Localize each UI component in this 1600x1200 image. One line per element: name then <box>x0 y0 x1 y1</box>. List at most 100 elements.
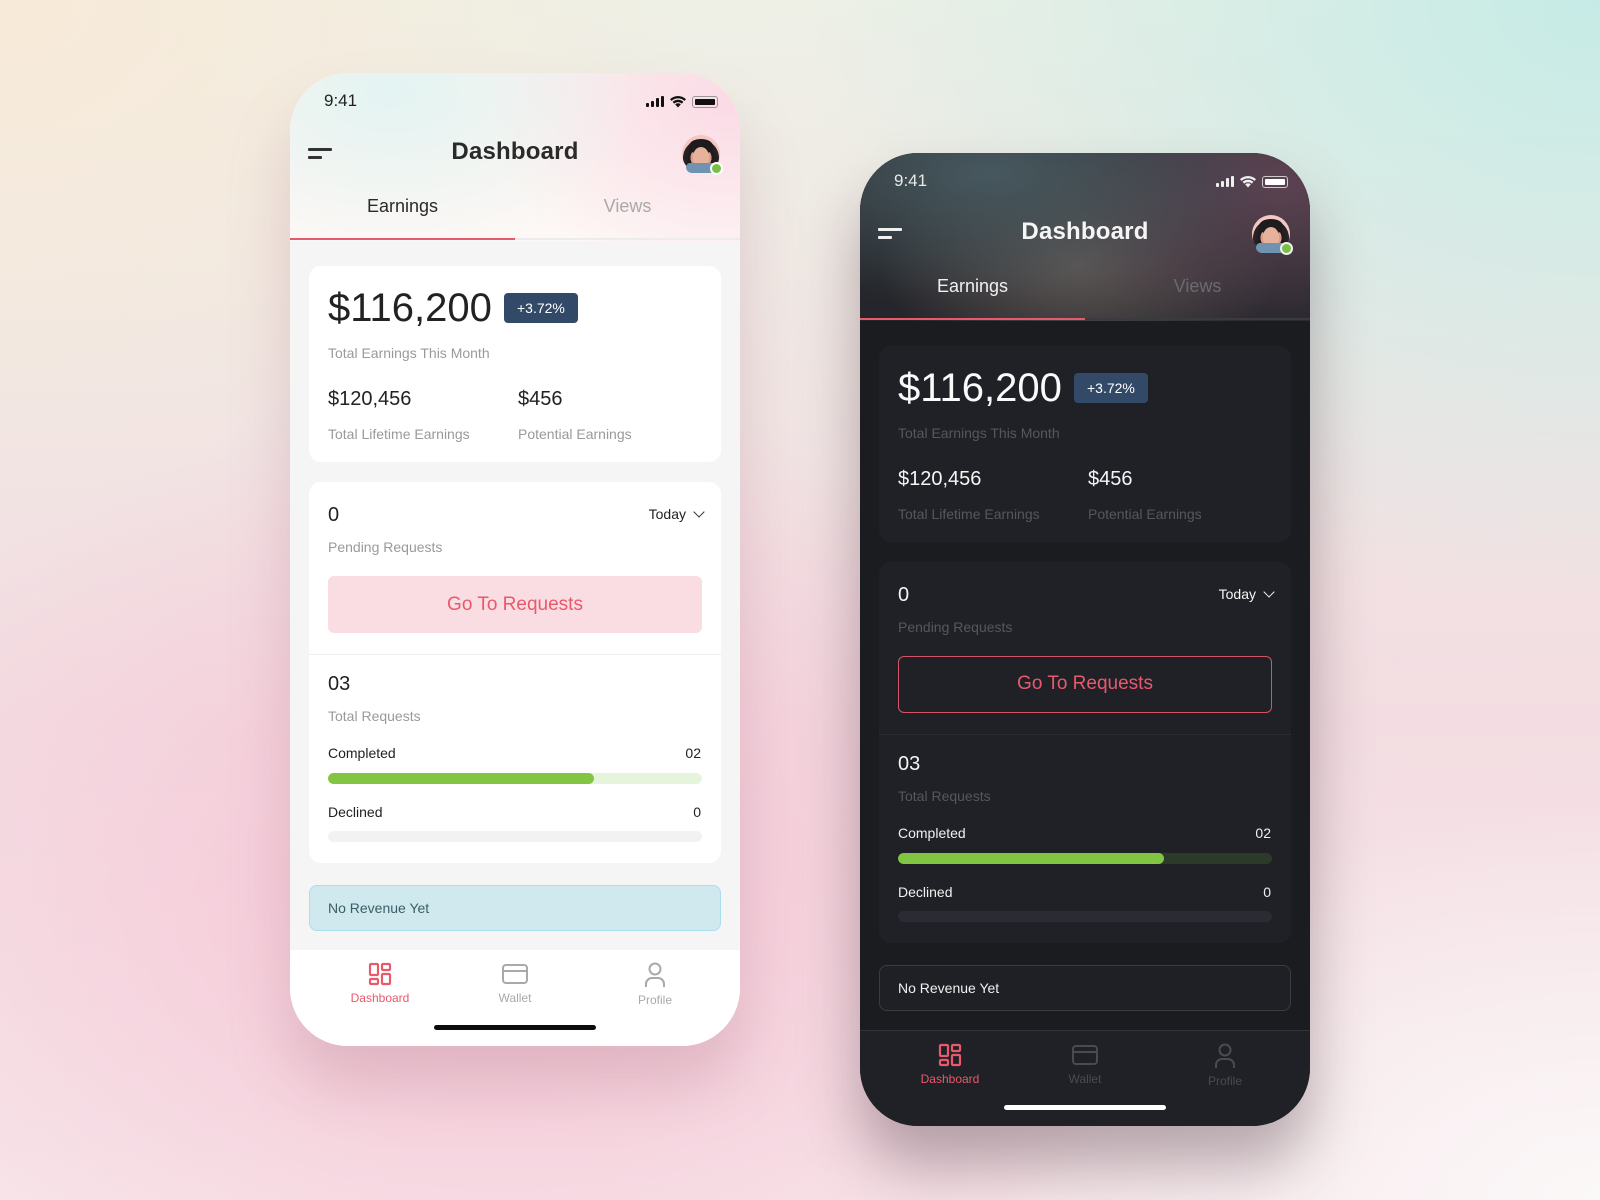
total-earnings-month: $116,200 <box>898 366 1062 410</box>
lifetime-earnings: $120,456 <box>898 468 982 490</box>
nav-profile[interactable]: Profile <box>605 962 705 1007</box>
status-icons <box>1216 175 1288 188</box>
nav-dashboard[interactable]: Dashboard <box>900 1043 1000 1086</box>
potential-earnings-label: Potential Earnings <box>1088 506 1202 522</box>
battery-icon <box>1262 175 1288 188</box>
total-requests-count: 03 <box>328 673 351 695</box>
pending-requests-label: Pending Requests <box>898 619 1013 635</box>
potential-earnings: $456 <box>518 388 563 410</box>
total-requests-label: Total Requests <box>898 788 991 804</box>
nav-wallet[interactable]: Wallet <box>465 962 565 1005</box>
signal-icon <box>646 96 664 107</box>
home-indicator <box>434 1025 596 1030</box>
declined-progress-bar <box>328 831 702 842</box>
pending-count: 0 <box>898 584 910 606</box>
pending-requests-label: Pending Requests <box>328 539 443 555</box>
home-indicator <box>1004 1105 1166 1110</box>
declined-progress-bar <box>898 911 1272 922</box>
nav-wallet-label: Wallet <box>498 991 532 1005</box>
tab-bar: Earnings Views <box>860 270 1310 320</box>
tab-earnings[interactable]: Earnings <box>860 270 1085 320</box>
bottom-nav: Dashboard Wallet Profile <box>860 1030 1310 1126</box>
dashboard-icon <box>368 962 392 986</box>
tab-views[interactable]: Views <box>515 190 740 240</box>
dashboard-icon <box>938 1043 962 1067</box>
nav-dashboard[interactable]: Dashboard <box>330 962 430 1005</box>
requests-card: 0 Today Pending Requests Go To Requests … <box>879 562 1291 943</box>
no-revenue-notice: No Revenue Yet <box>879 965 1291 1011</box>
chevron-down-icon <box>693 505 705 518</box>
pending-count: 0 <box>328 504 340 526</box>
card-divider <box>309 654 721 655</box>
chevron-down-icon <box>1263 585 1275 598</box>
nav-profile-label: Profile <box>1207 1074 1242 1088</box>
completed-progress-bar <box>898 853 1272 864</box>
active-tab-indicator <box>860 318 1085 320</box>
go-to-requests-button[interactable]: Go To Requests <box>898 656 1272 713</box>
total-requests-count: 03 <box>898 753 921 775</box>
completed-label: Completed <box>328 745 396 761</box>
page-title: Dashboard <box>1021 218 1149 245</box>
period-select[interactable]: Today <box>648 505 705 522</box>
go-to-requests-button[interactable]: Go To Requests <box>328 576 702 633</box>
online-status-dot <box>710 162 723 175</box>
card-divider <box>879 734 1291 735</box>
user-avatar[interactable] <box>1252 215 1293 255</box>
lifetime-earnings: $120,456 <box>328 388 412 410</box>
declined-label: Declined <box>898 884 953 900</box>
tab-earnings[interactable]: Earnings <box>290 190 515 240</box>
period-select[interactable]: Today <box>1218 585 1275 602</box>
status-time: 9:41 <box>324 91 358 110</box>
completed-value: 02 <box>1255 825 1271 841</box>
light-phone-screen: 9:41 Dashboard Earnings Views $116,200 +… <box>290 73 740 1046</box>
nav-dashboard-label: Dashboard <box>920 1072 980 1086</box>
completed-label: Completed <box>898 825 966 841</box>
nav-profile-label: Profile <box>637 993 672 1007</box>
wallet-icon <box>502 964 528 984</box>
profile-icon <box>645 962 665 987</box>
nav-dashboard-label: Dashboard <box>350 991 410 1005</box>
signal-icon <box>1216 176 1234 187</box>
potential-earnings-label: Potential Earnings <box>518 426 632 442</box>
tab-bar: Earnings Views <box>290 190 740 240</box>
earnings-card: $116,200 +3.72% Total Earnings This Mont… <box>879 346 1291 542</box>
page-title: Dashboard <box>451 138 579 165</box>
active-tab-indicator <box>290 238 515 240</box>
no-revenue-notice: No Revenue Yet <box>309 885 721 931</box>
battery-icon <box>692 95 718 108</box>
total-earnings-month-label: Total Earnings This Month <box>328 345 490 361</box>
declined-label: Declined <box>328 804 383 820</box>
wifi-icon <box>670 96 686 108</box>
declined-value: 0 <box>1263 884 1271 900</box>
declined-value: 0 <box>693 804 701 820</box>
completed-progress-fill <box>898 853 1164 864</box>
user-avatar[interactable] <box>682 135 723 175</box>
status-icons <box>646 95 718 108</box>
period-select-value: Today <box>1218 586 1256 602</box>
change-badge: +3.72% <box>1074 373 1148 403</box>
dark-phone-screen: 9:41 Dashboard Earnings Views $116,200 +… <box>860 153 1310 1126</box>
total-earnings-month-label: Total Earnings This Month <box>898 425 1060 441</box>
lifetime-earnings-label: Total Lifetime Earnings <box>328 426 470 442</box>
period-select-value: Today <box>648 506 686 522</box>
bottom-nav: Dashboard Wallet Profile <box>290 950 740 1046</box>
status-time: 9:41 <box>894 171 928 190</box>
requests-card: 0 Today Pending Requests Go To Requests … <box>309 482 721 863</box>
profile-icon <box>1215 1043 1235 1068</box>
nav-profile[interactable]: Profile <box>1175 1043 1275 1088</box>
nav-wallet[interactable]: Wallet <box>1035 1043 1135 1086</box>
earnings-card: $116,200 +3.72% Total Earnings This Mont… <box>309 266 721 462</box>
nav-wallet-label: Wallet <box>1068 1072 1102 1086</box>
wallet-icon <box>1072 1045 1098 1065</box>
potential-earnings: $456 <box>1088 468 1133 490</box>
tab-views[interactable]: Views <box>1085 270 1310 320</box>
online-status-dot <box>1280 242 1293 255</box>
total-requests-label: Total Requests <box>328 708 421 724</box>
change-badge: +3.72% <box>504 293 578 323</box>
total-earnings-month: $116,200 <box>328 286 492 330</box>
lifetime-earnings-label: Total Lifetime Earnings <box>898 506 1040 522</box>
completed-progress-fill <box>328 773 594 784</box>
completed-progress-bar <box>328 773 702 784</box>
completed-value: 02 <box>685 745 701 761</box>
wifi-icon <box>1240 176 1256 188</box>
